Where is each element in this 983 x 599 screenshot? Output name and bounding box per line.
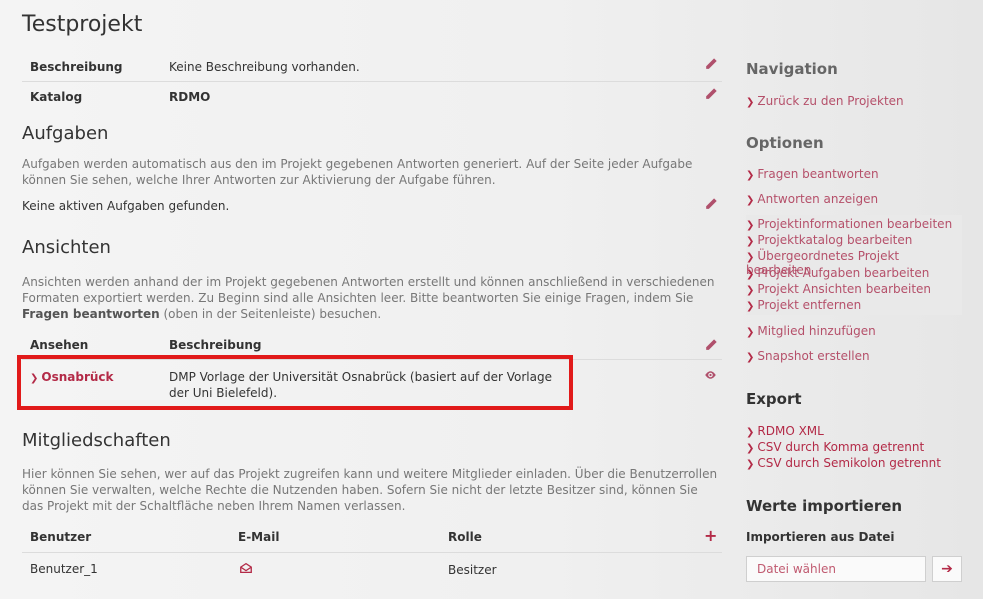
envelope-icon[interactable] [238, 561, 254, 575]
pencil-icon[interactable] [704, 57, 718, 71]
edit-tasks-link[interactable]: ❯ Projekt Aufgaben bearbeiten [746, 266, 929, 280]
back-to-projects-link[interactable]: ❯ Zurück zu den Projekten [746, 94, 904, 108]
sidebar-nav-title: Navigation [746, 60, 838, 78]
link-label: CSV durch Komma getrennt [757, 440, 925, 454]
upload-arrow-button[interactable]: ➔ [932, 556, 962, 582]
choose-file-button[interactable]: Datei wählen [746, 556, 926, 582]
chevron-right-icon: ❯ [746, 459, 755, 470]
divider [22, 552, 722, 553]
col-header-description: Beschreibung [169, 338, 262, 352]
info-value: RDMO [169, 90, 211, 104]
chevron-right-icon: ❯ [746, 97, 755, 108]
link-label: Antworten anzeigen [757, 192, 879, 206]
link-label: Projektinformationen bearbeiten [757, 217, 953, 231]
chevron-right-icon: ❯ [746, 301, 755, 312]
tasks-description: Aufgaben werden automatisch aus den im P… [22, 157, 693, 187]
member-user: Benutzer_1 [30, 562, 98, 576]
section-title-views: Ansichten [22, 237, 111, 258]
show-answers-link[interactable]: ❯ Antworten anzeigen [746, 192, 878, 206]
col-header-user: Benutzer [30, 530, 92, 544]
col-header-email: E-Mail [238, 530, 280, 544]
pencil-icon[interactable] [704, 338, 718, 352]
create-snapshot-link[interactable]: ❯ Snapshot erstellen [746, 349, 870, 363]
col-header-view: Ansehen [30, 338, 89, 352]
chevron-right-icon: ❯ [746, 170, 755, 181]
sidebar-options-title: Optionen [746, 134, 824, 152]
import-from-file-label: Importieren aus Datei [746, 530, 895, 544]
link-label: Snapshot erstellen [757, 349, 870, 363]
add-member-plus-icon[interactable]: + [704, 526, 717, 545]
button-label: Datei wählen [757, 562, 836, 576]
chevron-right-icon: ❯ [746, 443, 755, 454]
info-row-description: Beschreibung Keine Beschreibung vorhande… [22, 51, 722, 81]
add-member-link[interactable]: ❯ Mitglied hinzufügen [746, 324, 876, 338]
pencil-icon[interactable] [704, 87, 718, 101]
views-description: Ansichten werden anhand der im Projekt g… [22, 274, 722, 322]
chevron-right-icon: ❯ [746, 252, 755, 263]
info-value: Keine Beschreibung vorhanden. [169, 60, 360, 74]
link-label: Projekt Aufgaben bearbeiten [757, 266, 930, 280]
arrow-right-icon: ➔ [941, 561, 953, 577]
chevron-right-icon: ❯ [746, 352, 755, 363]
info-label: Beschreibung [30, 60, 123, 74]
link-label: Projekt entfernen [757, 298, 862, 312]
chevron-right-icon: ❯ [746, 236, 755, 247]
delete-project-link[interactable]: ❯ Projekt entfernen [746, 298, 861, 312]
link-label: Projekt Ansichten bearbeiten [757, 282, 932, 296]
chevron-right-icon: ❯ [746, 269, 755, 280]
memberships-description: Hier können Sie sehen, wer auf das Proje… [22, 467, 718, 513]
export-csv-semicolon-link[interactable]: ❯ CSV durch Semikolon getrennt [746, 456, 941, 470]
edit-catalog-link[interactable]: ❯ Projektkatalog bearbeiten [746, 233, 912, 247]
answer-questions-link[interactable]: ❯ Fragen beantworten [746, 167, 879, 181]
link-label: Zurück zu den Projekten [757, 94, 904, 108]
chevron-right-icon: ❯ [746, 285, 755, 296]
page-title: Testprojekt [22, 12, 143, 37]
views-desc-pre: Ansichten werden anhand der im Projekt g… [22, 275, 715, 305]
sidebar-export-title: Export [746, 390, 802, 408]
link-label: CSV durch Semikolon getrennt [757, 456, 941, 470]
views-desc-post: (oben in der Seitenleiste) besuchen. [159, 307, 382, 321]
chevron-right-icon: ❯ [746, 327, 755, 338]
section-title-tasks: Aufgaben [22, 123, 109, 144]
chevron-right-icon: ❯ [746, 427, 755, 438]
info-label: Katalog [30, 90, 83, 104]
export-rdmo-xml-link[interactable]: ❯ RDMO XML [746, 424, 824, 438]
info-row-catalog: Katalog RDMO [22, 81, 722, 111]
link-label: Mitglied hinzufügen [757, 324, 876, 338]
chevron-right-icon: ❯ [746, 195, 755, 206]
views-desc-link: Fragen beantworten [22, 307, 160, 321]
edit-views-link[interactable]: ❯ Projekt Ansichten bearbeiten [746, 282, 931, 296]
pencil-icon[interactable] [704, 197, 718, 211]
highlight-box [17, 355, 573, 410]
link-label: Fragen beantworten [757, 167, 879, 181]
sidebar-import-title: Werte importieren [746, 497, 903, 515]
link-label: Projektkatalog bearbeiten [757, 233, 913, 247]
col-header-role: Rolle [448, 530, 482, 544]
section-title-memberships: Mitgliedschaften [22, 430, 171, 451]
member-role: Besitzer [448, 563, 497, 577]
export-csv-comma-link[interactable]: ❯ CSV durch Komma getrennt [746, 440, 924, 454]
tasks-empty-text: Keine aktiven Aufgaben gefunden. [22, 199, 230, 213]
link-label: RDMO XML [757, 424, 824, 438]
edit-project-info-link[interactable]: ❯ Projektinformationen bearbeiten [746, 217, 952, 231]
eye-icon[interactable] [703, 369, 718, 381]
chevron-right-icon: ❯ [746, 220, 755, 231]
